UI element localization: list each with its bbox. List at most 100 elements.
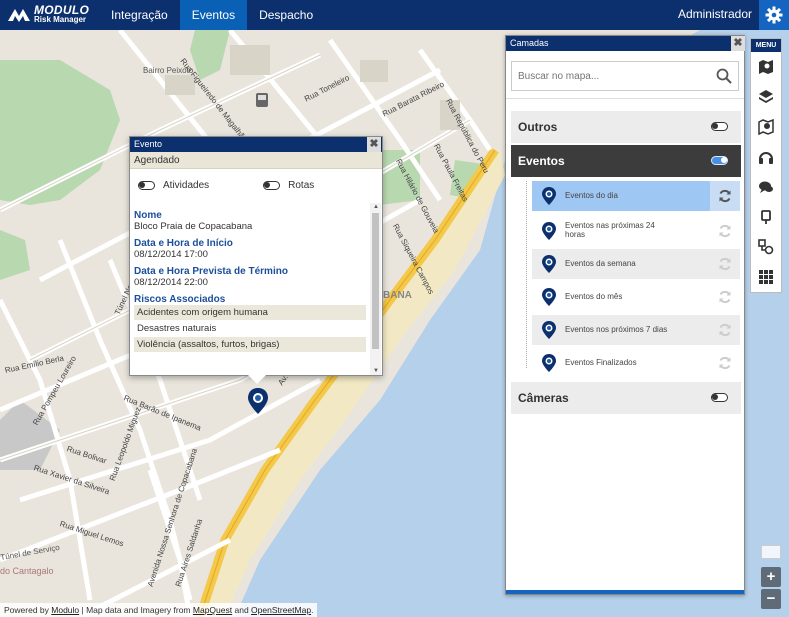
- refresh-icon: [719, 356, 731, 370]
- layers-header: Camadas ✖: [506, 36, 745, 51]
- start-label: Data e Hora de Início: [134, 238, 233, 249]
- activities-toggle-label: Atividades: [163, 179, 210, 191]
- neighborhood-label: Bairro Peixoto: [143, 66, 194, 75]
- menu-map-pin[interactable]: [751, 52, 781, 82]
- layer-item-label: Eventos do dia: [565, 191, 618, 200]
- zoom-slider[interactable]: [761, 545, 781, 559]
- user-name[interactable]: Administrador: [678, 0, 752, 28]
- modulo-link[interactable]: Modulo: [51, 605, 79, 615]
- tag-icon: [761, 210, 771, 224]
- layer-item-eventos-finalizados[interactable]: Eventos Finalizados: [532, 348, 740, 378]
- scroll-down-icon[interactable]: ▼: [373, 368, 379, 374]
- popup-scrollbar[interactable]: ▲ ▼: [370, 203, 381, 375]
- map-pin-icon: [542, 321, 556, 339]
- menu-layers[interactable]: [751, 82, 781, 112]
- settings-button[interactable]: [759, 0, 789, 30]
- scrollbar-thumb[interactable]: [372, 213, 379, 349]
- menu-tag[interactable]: [751, 202, 781, 232]
- layer-item-label: Eventos nos próximos 7 dias: [565, 325, 668, 334]
- panel-footer-bar: [506, 590, 744, 594]
- toggle-switch-icon[interactable]: [711, 122, 728, 131]
- layer-group-outros[interactable]: Outros: [511, 111, 741, 143]
- grid-icon: [759, 270, 773, 284]
- popup-close-button[interactable]: ✖: [367, 137, 381, 152]
- layer-item-label: Eventos Finalizados: [565, 358, 637, 367]
- risks-label: Riscos Associados: [134, 294, 226, 305]
- refresh-icon: [719, 257, 731, 271]
- toggle-switch-icon[interactable]: [711, 393, 728, 402]
- tree-connector: [526, 181, 527, 368]
- layer-item-eventos-mes[interactable]: Eventos do mês: [532, 282, 740, 312]
- layer-item-label: Eventos da semana: [565, 259, 636, 268]
- nav-integracao[interactable]: Integração: [99, 0, 180, 30]
- menu-headset[interactable]: [751, 142, 781, 172]
- menu-grid[interactable]: [751, 262, 781, 292]
- layers-title: Camadas: [510, 38, 549, 48]
- refresh-button[interactable]: [710, 216, 740, 246]
- event-status: Agendado: [130, 152, 382, 169]
- layer-item-eventos-7dias[interactable]: Eventos nos próximos 7 dias: [532, 315, 740, 345]
- toggle-switch-icon[interactable]: [711, 156, 728, 165]
- toggle-switch-icon[interactable]: [138, 180, 155, 190]
- layer-item-eventos-24h[interactable]: Eventos nas próximas 24 horas: [532, 216, 740, 246]
- refresh-button[interactable]: [710, 315, 740, 345]
- popup-title: Evento: [134, 139, 163, 149]
- layer-item-label: Eventos do mês: [565, 292, 623, 301]
- map-pin-icon: [542, 187, 556, 205]
- group-title: Eventos: [518, 154, 565, 168]
- name-value: Bloco Praia de Copacabana: [134, 221, 253, 232]
- routes-toggle-label: Rotas: [288, 179, 315, 191]
- activities-toggle[interactable]: Atividades: [138, 180, 209, 191]
- main-nav: Integração Eventos Despacho: [99, 0, 325, 30]
- refresh-button[interactable]: [710, 249, 740, 279]
- search-icon[interactable]: [716, 68, 732, 84]
- layer-item-eventos-dia[interactable]: Eventos do dia: [532, 181, 740, 211]
- popup-header: Evento ✖: [130, 137, 382, 152]
- logo-name: MODULO: [34, 3, 90, 17]
- openstreetmap-link[interactable]: OpenStreetMap: [251, 605, 311, 615]
- menu-chat[interactable]: [751, 172, 781, 202]
- refresh-icon: [719, 189, 731, 203]
- logo-subtitle: Risk Manager: [34, 15, 87, 24]
- zoom-in-button[interactable]: +: [761, 567, 781, 587]
- start-value: 08/12/2014 17:00: [134, 249, 208, 260]
- map-search-icon: [758, 119, 774, 135]
- chat-icon: [759, 181, 773, 193]
- map-pin-icon: [542, 222, 556, 240]
- refresh-button[interactable]: [710, 348, 740, 378]
- layers-close-button[interactable]: ✖: [731, 36, 745, 51]
- layer-group-cameras[interactable]: Câmeras: [511, 382, 741, 414]
- refresh-icon: [719, 290, 731, 304]
- headset-icon: [759, 152, 773, 164]
- menu-route[interactable]: [751, 232, 781, 262]
- layer-group-eventos[interactable]: Eventos: [511, 145, 741, 177]
- menu-map-search[interactable]: [751, 112, 781, 142]
- refresh-button[interactable]: [710, 181, 740, 211]
- layers-icon: [759, 90, 773, 103]
- popup-body: Nome Bloco Praia de Copacabana Data e Ho…: [130, 203, 370, 375]
- routes-toggle[interactable]: Rotas: [263, 180, 314, 191]
- layers-panel: Camadas ✖ Outros Eventos Eventos do dia …: [505, 35, 745, 595]
- toggle-switch-icon[interactable]: [263, 180, 281, 190]
- refresh-button[interactable]: [710, 282, 740, 312]
- refresh-icon: [719, 224, 731, 238]
- end-label: Data e Hora Prevista de Término: [134, 266, 288, 277]
- zoom-out-button[interactable]: −: [761, 589, 781, 609]
- mapquest-link[interactable]: MapQuest: [193, 605, 232, 615]
- area-label: BANA: [383, 290, 412, 301]
- map-pin-icon: [542, 354, 556, 372]
- area-label: do Cantagalo: [0, 566, 54, 576]
- popup-toggles: Atividades Rotas: [130, 169, 382, 201]
- group-title: Outros: [518, 120, 558, 134]
- end-value: 08/12/2014 22:00: [134, 277, 208, 288]
- nav-eventos[interactable]: Eventos: [179, 0, 248, 30]
- map-pin-icon: [759, 60, 773, 74]
- map-pin-icon: [542, 288, 556, 306]
- search-box: [511, 61, 739, 91]
- layer-item-eventos-semana[interactable]: Eventos da semana: [532, 249, 740, 279]
- nav-despacho[interactable]: Despacho: [247, 0, 325, 30]
- scroll-up-icon[interactable]: ▲: [373, 204, 379, 210]
- side-menu: MENU: [750, 38, 782, 293]
- logo[interactable]: MODULO Risk Manager: [6, 4, 89, 26]
- map-search-input[interactable]: [512, 62, 738, 90]
